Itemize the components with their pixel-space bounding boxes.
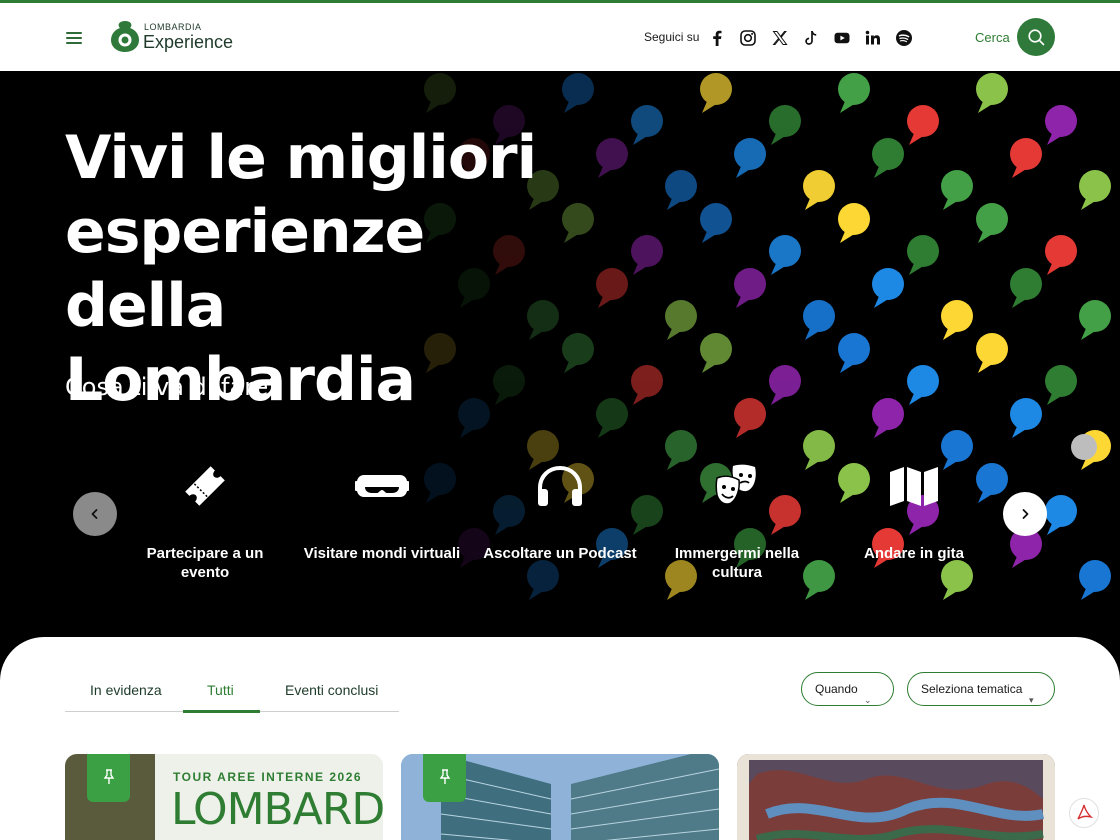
headphones-icon (538, 465, 582, 506)
carousel-next-button[interactable] (1003, 492, 1047, 536)
category-podcast[interactable]: Ascoltare un Podcast (480, 456, 640, 563)
chevron-down-icon: ⌄ (864, 695, 872, 705)
youtube-icon[interactable] (833, 29, 851, 47)
site-logo[interactable]: LOMBARDIA Experience (109, 19, 249, 57)
chevron-right-icon (1022, 509, 1029, 519)
x-icon[interactable] (771, 29, 789, 47)
pin-icon (439, 769, 451, 784)
tab-eventi-conclusi[interactable]: Eventi conclusi (285, 682, 378, 698)
carousel-prev-button[interactable] (73, 492, 117, 536)
theme-dropdown[interactable]: Seleziona tematica ▾ (907, 672, 1055, 706)
ticket-icon (185, 466, 225, 506)
tab-tutti[interactable]: Tutti (207, 682, 234, 698)
map-icon (890, 467, 938, 506)
hero-section: Vivi le migliori esperienze della Lombar… (0, 71, 1120, 671)
category-trip[interactable]: Andare in gita (834, 456, 994, 563)
when-dropdown-label: Quando (815, 682, 858, 696)
search-icon (1028, 29, 1045, 46)
caret-down-icon: ▾ (1029, 695, 1034, 705)
pinned-badge (423, 754, 466, 802)
linkedin-icon[interactable] (864, 29, 882, 47)
logo-big-text: Experience (143, 32, 234, 52)
logo-small-text: LOMBARDIA (144, 22, 202, 32)
vr-headset-icon (355, 475, 409, 497)
follow-label: Seguici su (644, 30, 700, 44)
site-header: LOMBARDIA Experience Seguici su Cerca (0, 3, 1120, 71)
search-label[interactable]: Cerca (975, 30, 1010, 45)
spotify-icon[interactable] (895, 29, 913, 47)
tab-in-evidenza[interactable]: In evidenza (90, 682, 162, 698)
chevron-left-icon (91, 509, 98, 519)
theme-dropdown-label: Seleziona tematica (921, 682, 1023, 696)
events-panel: In evidenza Tutti Eventi conclusi Quando… (0, 637, 1120, 840)
pin-icon (103, 769, 115, 784)
hero-subtitle: Cosa ti va di fare? (65, 373, 282, 401)
event-card[interactable] (401, 754, 719, 840)
menu-icon[interactable] (66, 32, 82, 44)
pdf-icon[interactable] (1071, 434, 1097, 460)
pdf-icon (1077, 804, 1094, 820)
pinned-badge (87, 754, 130, 802)
category-virtual-worlds[interactable]: Visitare mondi virtuali (302, 456, 462, 563)
event-tabs: In evidenza Tutti Eventi conclusi (65, 680, 399, 713)
card-image (737, 754, 1055, 840)
instagram-icon[interactable] (739, 29, 757, 47)
pdf-download-button[interactable] (1069, 798, 1099, 828)
theater-masks-icon (715, 464, 756, 505)
event-card[interactable] (737, 754, 1055, 840)
tiktok-icon[interactable] (802, 29, 820, 47)
logo-drop-icon (111, 21, 139, 52)
category-label: Partecipare a un evento (146, 545, 264, 581)
card-headline-large: LOMBARDIA (171, 784, 383, 835)
facebook-icon[interactable] (708, 29, 726, 47)
event-card[interactable]: TOUR AREE INTERNE 2026 LOMBARDIA (65, 754, 383, 840)
when-dropdown[interactable]: Quando ⌄ (801, 672, 894, 706)
category-event[interactable]: Partecipare a un evento (125, 456, 285, 582)
category-label: Immergermi nella cultura (674, 545, 800, 581)
active-tab-indicator (183, 710, 260, 713)
category-label: Visitare mondi virtuali (303, 545, 461, 562)
category-culture[interactable]: Immergermi nella cultura (657, 456, 817, 582)
card-headline-small: TOUR AREE INTERNE 2026 (173, 770, 363, 784)
category-label: Andare in gita (863, 545, 964, 562)
category-label: Ascoltare un Podcast (483, 545, 637, 562)
search-button[interactable] (1017, 18, 1055, 56)
